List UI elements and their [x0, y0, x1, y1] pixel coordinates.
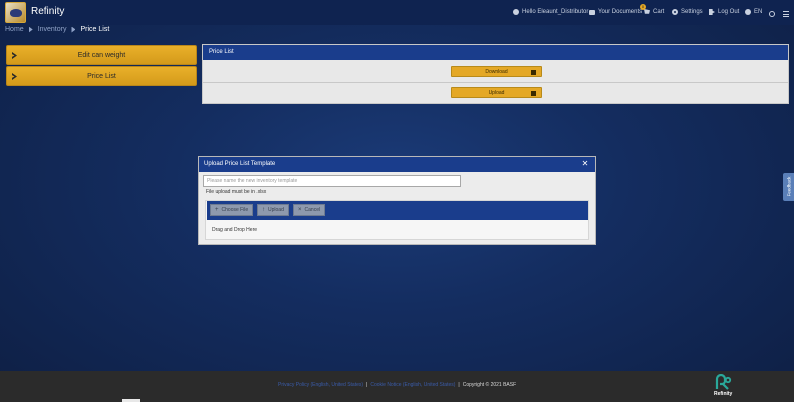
cart-label: Cart	[653, 9, 665, 15]
search-icon[interactable]	[769, 11, 775, 17]
upload-file-label: Upload	[268, 207, 284, 213]
sidebar-item-price-list[interactable]: Price List	[6, 66, 197, 86]
globe-icon	[745, 9, 751, 15]
footer-divider: |	[458, 382, 460, 388]
hamburger-menu-icon[interactable]	[783, 11, 789, 17]
cart-count-badge: 0	[640, 4, 646, 10]
plus-icon: +	[215, 207, 219, 213]
close-icon: ×	[298, 207, 302, 213]
your-documents-label: Your Documents	[598, 9, 643, 15]
breadcrumb-current: Price List	[80, 26, 110, 33]
cookie-notice-link[interactable]: Cookie Notice (English, United States)	[370, 382, 455, 388]
refinity-logo-icon	[715, 374, 732, 390]
upload-dropzone[interactable]: + Choose File ↑ Upload × Cancel Drag and…	[205, 200, 589, 240]
breadcrumb-inventory[interactable]: Inventory	[38, 26, 67, 33]
cancel-label: Cancel	[304, 207, 321, 213]
cancel-button[interactable]: × Cancel	[293, 204, 326, 216]
privacy-policy-link[interactable]: Privacy Policy (English, United States)	[278, 382, 363, 388]
drag-drop-text: Drag and Drop Here	[212, 227, 258, 233]
copyright-text: Copyright © 2021 BASF	[462, 382, 517, 388]
feedback-tab[interactable]: Feedback	[783, 173, 794, 201]
download-icon	[531, 70, 536, 75]
template-name-input[interactable]	[203, 175, 461, 187]
your-documents-link[interactable]: Your Documents	[589, 9, 642, 15]
footer-links: Privacy Policy (English, United States) …	[278, 382, 516, 388]
divider	[203, 82, 788, 83]
chevron-right-icon	[12, 52, 17, 59]
download-label: Download	[485, 68, 508, 75]
upload-modal: Upload Price List Template ✕ File upload…	[198, 156, 596, 245]
footer: Privacy Policy (English, United States) …	[0, 371, 794, 402]
cart-link[interactable]: Cart	[644, 9, 664, 15]
upload-file-button[interactable]: ↑ Upload	[257, 204, 289, 216]
chevron-right-icon	[28, 26, 33, 33]
modal-title: Upload Price List Template	[199, 157, 595, 172]
settings-link[interactable]: Settings	[672, 9, 703, 15]
user-greeting-label: Hello Eleaunt_Distributor	[522, 9, 589, 15]
sidebar-item-label: Edit can weight	[77, 51, 126, 59]
language-label: EN	[754, 9, 763, 15]
file-format-note: File upload must be in .xlsx	[206, 189, 267, 195]
cart-icon	[644, 9, 650, 14]
breadcrumb-home[interactable]: Home	[5, 26, 24, 33]
language-selector[interactable]: EN	[745, 9, 762, 15]
sidebar-item-label: Price List	[87, 72, 116, 80]
upload-toolbar: + Choose File ↑ Upload × Cancel	[207, 201, 588, 220]
sidebar-item-edit-can-weight[interactable]: Edit can weight	[6, 45, 197, 65]
app-title: Refinity	[31, 6, 65, 17]
feedback-label: Feedback	[786, 176, 792, 197]
logout-label: Log Out	[718, 9, 740, 15]
price-list-panel: Price List Download Upload	[202, 44, 789, 104]
logout-link[interactable]: Log Out	[709, 9, 739, 15]
upload-icon	[531, 91, 536, 96]
settings-label: Settings	[681, 9, 703, 15]
download-button[interactable]: Download	[451, 66, 542, 77]
gear-icon	[672, 9, 678, 15]
breadcrumb: Home Inventory Price List	[5, 26, 109, 33]
chevron-right-icon	[71, 26, 76, 33]
panel-title: Price List	[203, 45, 788, 60]
user-greeting[interactable]: Hello Eleaunt_Distributor	[513, 9, 588, 15]
user-icon	[513, 9, 519, 15]
folder-icon	[589, 9, 595, 15]
footer-brand: Refinity	[714, 391, 733, 397]
choose-file-label: Choose File	[221, 207, 249, 213]
upload-button[interactable]: Upload	[451, 87, 542, 98]
app-logo[interactable]	[5, 2, 26, 23]
logout-icon	[709, 9, 715, 15]
close-icon[interactable]: ✕	[581, 160, 589, 168]
footer-divider: |	[366, 382, 368, 388]
upload-label: Upload	[488, 89, 505, 96]
choose-file-button[interactable]: + Choose File	[210, 204, 254, 216]
upload-arrow-icon: ↑	[262, 207, 265, 213]
chevron-right-icon	[12, 73, 17, 80]
